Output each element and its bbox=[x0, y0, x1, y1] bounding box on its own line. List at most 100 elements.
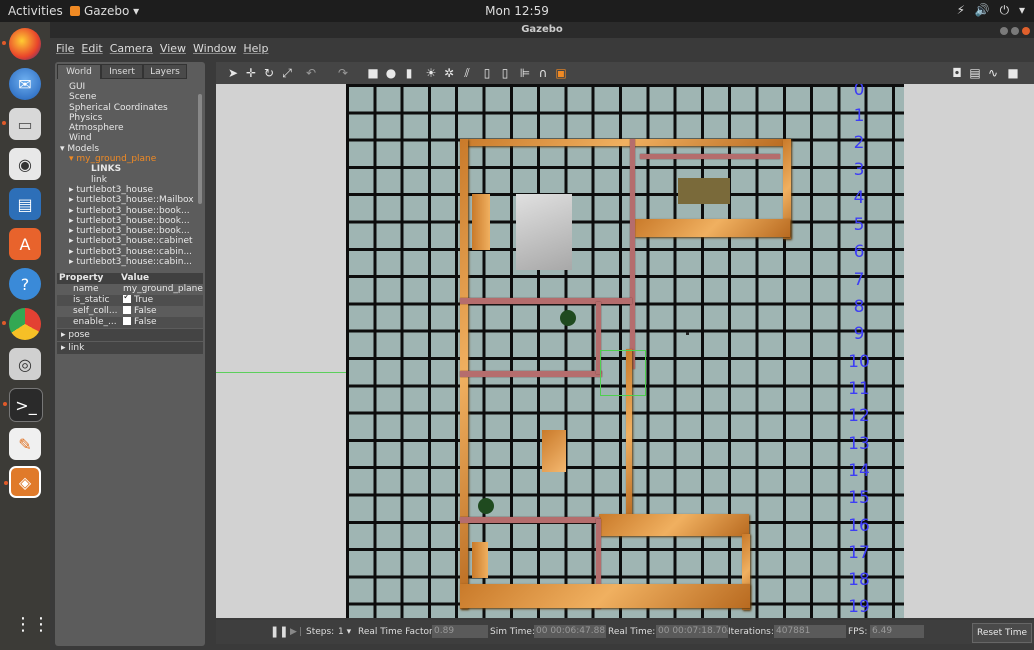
tab-layers[interactable]: Layers bbox=[143, 64, 187, 79]
tree-item-atmosphere[interactable]: Atmosphere bbox=[57, 123, 195, 133]
tree-item-gui[interactable]: GUI bbox=[57, 82, 195, 92]
app-menu[interactable]: Gazebo ▾ bbox=[70, 4, 139, 18]
tree-item-scene[interactable]: Scene bbox=[57, 92, 195, 102]
translate-mode-icon[interactable]: ✛ bbox=[244, 66, 258, 80]
interior-wall[interactable] bbox=[460, 371, 602, 377]
is-static-checkbox[interactable] bbox=[123, 295, 131, 303]
axis-line bbox=[216, 372, 346, 373]
spot-light-icon[interactable]: ✲ bbox=[442, 66, 456, 80]
paste-icon[interactable]: ▯ bbox=[498, 66, 512, 80]
self-collide-checkbox[interactable] bbox=[123, 306, 131, 314]
tab-insert[interactable]: Insert bbox=[101, 64, 143, 79]
house-wall[interactable] bbox=[460, 139, 790, 146]
maximize-icon[interactable] bbox=[1011, 27, 1019, 35]
select-mode-icon[interactable]: ➤ bbox=[226, 66, 240, 80]
property-value[interactable]: my_ground_plane bbox=[123, 284, 203, 295]
screenshot-icon[interactable]: ◘ bbox=[950, 66, 964, 80]
point-light-icon[interactable]: ☀ bbox=[424, 66, 438, 80]
house-wall[interactable] bbox=[460, 584, 750, 608]
gazebo-dock-icon[interactable]: ◈ bbox=[4, 466, 41, 498]
menu-window[interactable]: Window bbox=[193, 42, 236, 55]
tree-item-physics[interactable]: Physics bbox=[57, 113, 195, 123]
tree-scrollbar[interactable] bbox=[198, 94, 202, 204]
terminal-icon[interactable]: >_ bbox=[3, 388, 43, 422]
show-apps-icon[interactable]: ⋮⋮ bbox=[14, 614, 50, 638]
pause-button[interactable]: ❚❚ bbox=[270, 625, 288, 638]
tree-item-link[interactable]: link bbox=[57, 175, 195, 185]
menu-view[interactable]: View bbox=[160, 42, 186, 55]
interior-wall[interactable] bbox=[630, 139, 635, 369]
align-icon[interactable]: ⊫ bbox=[518, 66, 532, 80]
grid-label: 0 bbox=[853, 84, 865, 100]
tree-item-model[interactable]: ▸ turtlebot3_house::cabinet bbox=[57, 236, 195, 246]
tree-item-ground-plane[interactable]: ▾ my_ground_plane bbox=[57, 154, 195, 164]
plot-icon[interactable]: ∿ bbox=[986, 66, 1000, 80]
interior-wall[interactable] bbox=[460, 517, 600, 523]
undo-icon[interactable]: ↶ bbox=[304, 66, 318, 80]
log-icon[interactable]: ▤ bbox=[968, 66, 982, 80]
menu-edit[interactable]: Edit bbox=[81, 42, 102, 55]
firefox-icon[interactable] bbox=[2, 28, 41, 60]
tree-item-model[interactable]: ▸ turtlebot3_house::cabin... bbox=[57, 257, 195, 267]
tree-item-model[interactable]: ▸ turtlebot3_house::book... bbox=[57, 226, 195, 236]
interior-wall[interactable] bbox=[640, 154, 780, 159]
plant[interactable] bbox=[560, 310, 576, 326]
activities-button[interactable]: Activities bbox=[8, 4, 63, 18]
steps-select[interactable]: 1 ▾ bbox=[338, 627, 351, 637]
system-tray[interactable]: ⚡ 🔊 ⏻ ▾ bbox=[957, 3, 1028, 18]
table[interactable] bbox=[678, 178, 730, 204]
pose-section[interactable]: ▸ pose bbox=[57, 329, 203, 341]
link-section[interactable]: ▸ link bbox=[57, 342, 203, 354]
redo-icon[interactable]: ↷ bbox=[336, 66, 350, 80]
sim-time-label: Sim Time: bbox=[490, 627, 535, 637]
plant[interactable] bbox=[478, 498, 494, 514]
video-record-icon[interactable]: ■ bbox=[1006, 66, 1020, 80]
box-shape-icon[interactable]: ■ bbox=[366, 66, 380, 80]
cylinder-shape-icon[interactable]: ▮ bbox=[402, 66, 416, 80]
tree-item-model[interactable]: ▸ turtlebot3_house::Mailbox bbox=[57, 195, 195, 205]
grid-label: 4 bbox=[853, 188, 865, 208]
tree-item-models[interactable]: ▾ Models bbox=[57, 144, 195, 154]
files-icon[interactable]: ▭ bbox=[2, 108, 41, 140]
text-editor-icon[interactable]: ✎ bbox=[9, 428, 41, 460]
close-icon[interactable] bbox=[1022, 27, 1030, 35]
tree-item-spherical[interactable]: Spherical Coordinates bbox=[57, 103, 195, 113]
enable-wind-checkbox[interactable] bbox=[123, 317, 131, 325]
snap-icon[interactable]: ∩ bbox=[536, 66, 550, 80]
step-button[interactable]: ▶❘ bbox=[290, 627, 304, 637]
thunderbird-icon[interactable]: ✉ bbox=[9, 68, 41, 100]
robot-marker[interactable] bbox=[686, 332, 689, 335]
tree-item-wind[interactable]: Wind bbox=[57, 133, 195, 143]
interior-wall[interactable] bbox=[460, 298, 632, 304]
menu-camera[interactable]: Camera bbox=[110, 42, 153, 55]
tree-item-model[interactable]: ▸ turtlebot3_house::book... bbox=[57, 206, 195, 216]
rotate-mode-icon[interactable]: ↻ bbox=[262, 66, 276, 80]
scale-mode-icon[interactable]: ⤢ bbox=[280, 66, 294, 80]
reset-time-button[interactable]: Reset Time bbox=[972, 623, 1032, 643]
tree-item-model[interactable]: ▸ turtlebot3_house::book... bbox=[57, 216, 195, 226]
scene-viewport[interactable]: 0 1 2 3 4 5 6 7 8 9 10 11 12 13 14 15 16… bbox=[216, 84, 1034, 618]
sphere-shape-icon[interactable]: ● bbox=[384, 66, 398, 80]
help-icon[interactable]: ? bbox=[9, 268, 41, 300]
software-center-icon[interactable]: A bbox=[9, 228, 41, 260]
rhythmbox-icon[interactable]: ◉ bbox=[9, 148, 41, 180]
chrome-icon[interactable] bbox=[2, 308, 41, 340]
cabinet[interactable] bbox=[472, 194, 490, 250]
clock[interactable]: Mon 12:59 bbox=[0, 4, 1034, 18]
minimize-icon[interactable] bbox=[1000, 27, 1008, 35]
house-wall[interactable] bbox=[599, 514, 749, 536]
house-wall[interactable] bbox=[634, 219, 790, 237]
camera-icon[interactable]: ◎ bbox=[9, 348, 41, 380]
tree-item-model[interactable]: ▸ turtlebot3_house::cabin... bbox=[57, 247, 195, 257]
tab-world[interactable]: World bbox=[57, 64, 101, 79]
bed[interactable] bbox=[516, 194, 572, 270]
bookshelf[interactable] bbox=[472, 542, 488, 578]
directional-light-icon[interactable]: ⫽ bbox=[460, 66, 474, 80]
menu-help[interactable]: Help bbox=[243, 42, 268, 55]
writer-icon[interactable]: ▤ bbox=[9, 188, 41, 220]
cabinet[interactable] bbox=[542, 430, 566, 472]
menu-file[interactable]: File bbox=[56, 42, 74, 55]
copy-icon[interactable]: ▯ bbox=[480, 66, 494, 80]
screenshot-mode-icon[interactable]: ▣ bbox=[554, 66, 568, 80]
tree-item-model[interactable]: ▸ turtlebot3_house bbox=[57, 185, 195, 195]
